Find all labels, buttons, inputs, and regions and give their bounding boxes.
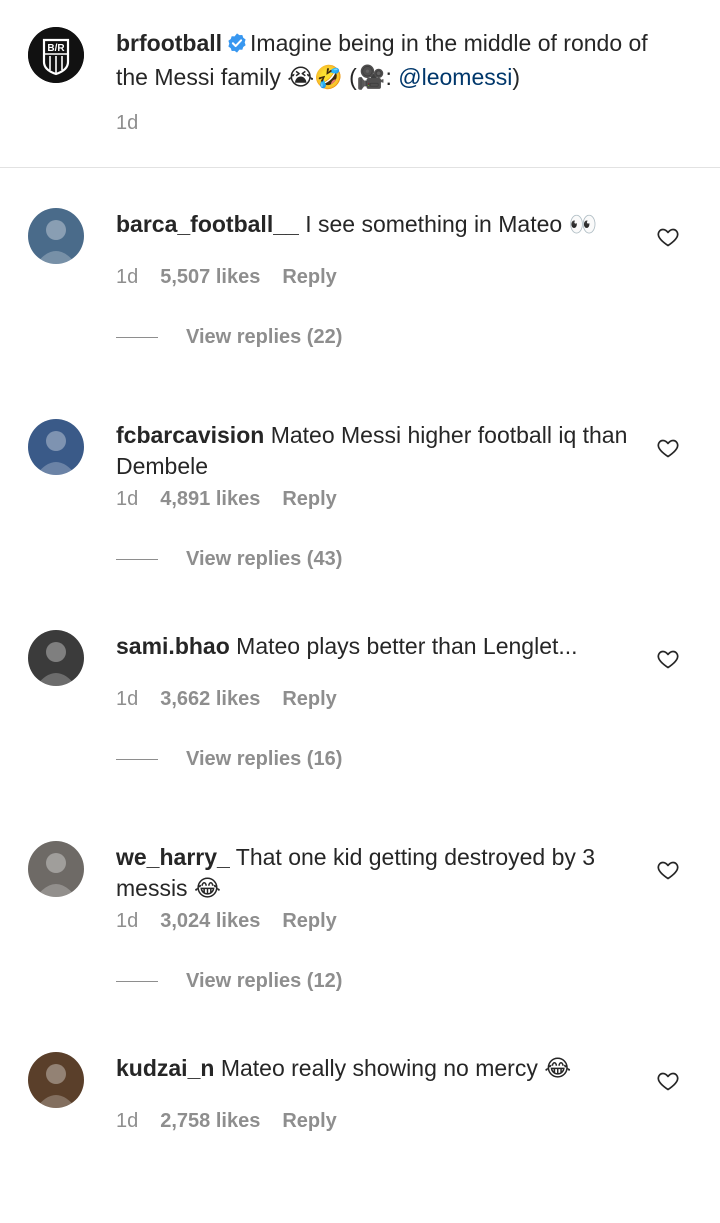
post-caption: B/R brfootball Imagine being in the middl… bbox=[0, 0, 720, 168]
comment-username[interactable]: barca_football__ bbox=[116, 211, 299, 237]
commenter-avatar[interactable] bbox=[28, 630, 84, 686]
comment-username[interactable]: fcbarcavision bbox=[116, 422, 264, 448]
like-count[interactable]: 5,507 likes bbox=[160, 266, 260, 289]
comment-item: barca_football__ I see something in Mate… bbox=[0, 168, 720, 379]
comment-username[interactable]: kudzai_n bbox=[116, 1055, 214, 1081]
comment-item: kudzai_n Mateo really showing no mercy 😂… bbox=[0, 1012, 720, 1223]
reply-button[interactable]: Reply bbox=[282, 1110, 336, 1133]
view-replies-button[interactable]: View replies (12) bbox=[116, 970, 342, 993]
reply-button[interactable]: Reply bbox=[282, 910, 336, 933]
caption-end: ) bbox=[512, 64, 521, 90]
comment-text: we_harry_ That one kid getting destroyed… bbox=[116, 842, 636, 904]
user-avatar-icon bbox=[36, 853, 76, 897]
comment-item: we_harry_ That one kid getting destroyed… bbox=[0, 801, 720, 1012]
like-heart-icon[interactable] bbox=[656, 858, 680, 882]
br-logo-icon: B/R bbox=[28, 27, 84, 83]
view-replies-button[interactable]: View replies (43) bbox=[116, 548, 342, 571]
post-timestamp: 1d bbox=[116, 112, 139, 134]
comment-timestamp: 1d bbox=[116, 1110, 139, 1132]
comment-body: I see something in Mateo 👀 bbox=[305, 211, 598, 237]
view-replies-label: View replies (12) bbox=[186, 970, 343, 992]
verified-badge-icon bbox=[226, 31, 248, 62]
like-count[interactable]: 3,662 likes bbox=[160, 688, 260, 711]
comment-text: fcbarcavision Mateo Messi higher footbal… bbox=[116, 420, 636, 482]
commenter-avatar[interactable] bbox=[28, 841, 84, 897]
reply-button[interactable]: Reply bbox=[282, 688, 336, 711]
comment-meta: 1d 2,758 likes Reply bbox=[116, 1110, 337, 1133]
replies-divider bbox=[116, 559, 158, 560]
comment-timestamp: 1d bbox=[116, 266, 139, 288]
view-replies-label: View replies (43) bbox=[186, 548, 343, 570]
comment-body: Mateo really showing no mercy 😂 bbox=[220, 1055, 572, 1081]
comment-item: fcbarcavision Mateo Messi higher footbal… bbox=[0, 379, 720, 590]
commenter-avatar[interactable] bbox=[28, 1052, 84, 1108]
user-avatar-icon bbox=[36, 220, 76, 264]
comment-meta: 1d 5,507 likes Reply bbox=[116, 266, 337, 289]
comment-username[interactable]: we_harry_ bbox=[116, 844, 230, 870]
view-replies-button[interactable]: View replies (22) bbox=[116, 326, 342, 349]
like-heart-icon[interactable] bbox=[656, 436, 680, 460]
mention-link[interactable]: @leomessi bbox=[398, 64, 512, 90]
user-avatar-icon bbox=[36, 1064, 76, 1108]
like-heart-icon[interactable] bbox=[656, 1069, 680, 1093]
comment-meta: 1d 4,891 likes Reply bbox=[116, 488, 337, 511]
comment-timestamp: 1d bbox=[116, 488, 139, 510]
reply-button[interactable]: Reply bbox=[282, 488, 336, 511]
comment-timestamp: 1d bbox=[116, 688, 139, 710]
brfootball-avatar[interactable]: B/R bbox=[28, 27, 84, 83]
comment-timestamp: 1d bbox=[116, 910, 139, 932]
view-replies-label: View replies (16) bbox=[186, 748, 343, 770]
like-count[interactable]: 3,024 likes bbox=[160, 910, 260, 933]
comment-body: Mateo plays better than Lenglet... bbox=[236, 633, 578, 659]
commenter-avatar[interactable] bbox=[28, 208, 84, 264]
svg-text:B/R: B/R bbox=[47, 43, 65, 54]
comment-text: sami.bhao Mateo plays better than Lengle… bbox=[116, 631, 636, 662]
caption-text: brfootball Imagine being in the middle of… bbox=[116, 28, 686, 93]
user-avatar-icon bbox=[36, 642, 76, 686]
like-count[interactable]: 2,758 likes bbox=[160, 1110, 260, 1133]
comment-meta: 1d 3,662 likes Reply bbox=[116, 688, 337, 711]
comments-list: barca_football__ I see something in Mate… bbox=[0, 168, 720, 1223]
like-count[interactable]: 4,891 likes bbox=[160, 488, 260, 511]
replies-divider bbox=[116, 337, 158, 338]
replies-divider bbox=[116, 759, 158, 760]
view-replies-button[interactable]: View replies (16) bbox=[116, 748, 342, 771]
comment-text: kudzai_n Mateo really showing no mercy 😂 bbox=[116, 1053, 636, 1084]
comment-item: sami.bhao Mateo plays better than Lengle… bbox=[0, 590, 720, 801]
like-heart-icon[interactable] bbox=[656, 225, 680, 249]
view-replies-label: View replies (22) bbox=[186, 326, 343, 348]
user-avatar-icon bbox=[36, 431, 76, 475]
like-heart-icon[interactable] bbox=[656, 647, 680, 671]
post-username[interactable]: brfootball bbox=[116, 30, 222, 56]
reply-button[interactable]: Reply bbox=[282, 266, 336, 289]
commenter-avatar[interactable] bbox=[28, 419, 84, 475]
comment-username[interactable]: sami.bhao bbox=[116, 633, 230, 659]
comment-meta: 1d 3,024 likes Reply bbox=[116, 910, 337, 933]
comment-text: barca_football__ I see something in Mate… bbox=[116, 209, 636, 240]
replies-divider bbox=[116, 981, 158, 982]
